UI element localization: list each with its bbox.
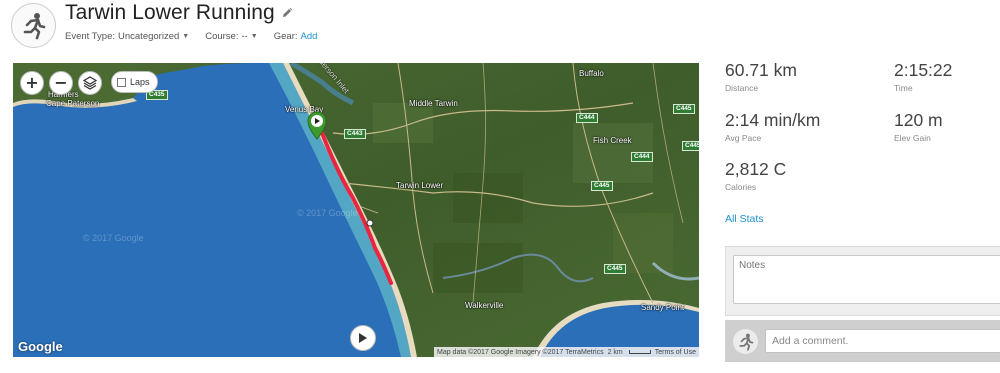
avatar: [733, 329, 758, 354]
course-selector[interactable]: Course: -- ▼: [205, 31, 258, 42]
map-label-walkerville: Walkerville: [465, 301, 504, 310]
stat-value: 2,812 C: [725, 159, 787, 179]
stat-distance: 60.71 km Distance: [725, 60, 797, 93]
road-badge: C445: [673, 104, 695, 114]
stat-label: Time: [894, 83, 913, 93]
gear-label: Gear:: [273, 31, 298, 42]
event-type-selector[interactable]: Event Type: Uncategorized ▼: [65, 31, 189, 42]
map-label-fish-creek: Fish Creek: [593, 136, 632, 145]
plus-icon: +: [25, 73, 39, 92]
road-badge: C445: [682, 141, 699, 151]
scale-bar: [628, 350, 651, 354]
activity-map[interactable]: Harmers Cape Paterson Venus Bay Middle T…: [13, 63, 699, 357]
map-watermark: © 2017 Google: [83, 233, 144, 243]
zoom-out-button[interactable]: −: [49, 71, 73, 95]
all-stats-link[interactable]: All Stats: [725, 213, 764, 225]
activity-title: Tarwin Lower Running: [65, 1, 275, 24]
comment-input[interactable]: [765, 329, 1000, 353]
map-label-cape-paterson: Cape Paterson: [46, 99, 100, 108]
stat-label: Distance: [725, 83, 759, 93]
laps-toggle[interactable]: Laps: [111, 71, 158, 93]
gear-row: Gear: Add: [274, 31, 318, 42]
event-type-value: Uncategorized: [118, 31, 180, 42]
map-label-buffalo: Buffalo: [579, 69, 604, 78]
stat-time: 2:15:22 Time: [894, 60, 952, 93]
notes-field[interactable]: [733, 255, 1000, 304]
road-badge: C444: [631, 152, 653, 162]
start-pin-icon[interactable]: [305, 110, 329, 140]
event-type-label: Event Type:: [65, 31, 115, 42]
laps-checkbox[interactable]: [117, 77, 126, 87]
map-attribution: Map data ©2017 Google Imagery ©2017 Terr…: [433, 347, 699, 357]
running-icon: [738, 333, 753, 351]
stat-label: Calories: [725, 182, 757, 192]
stat-elev-gain: 120 m Elev Gain: [894, 110, 943, 143]
map-label-sandy-point: Sandy Point: [641, 303, 685, 312]
zoom-in-button[interactable]: +: [20, 71, 44, 95]
stat-label: Elev Gain: [894, 133, 931, 143]
running-icon: [23, 12, 45, 39]
activity-meta: Event Type: Uncategorized ▼ Course: -- ▼…: [65, 31, 317, 42]
course-value: --: [241, 31, 248, 42]
course-label: Course:: [205, 31, 239, 42]
road-badge: C444: [576, 113, 598, 123]
terms-link[interactable]: Terms of Use: [655, 349, 696, 356]
chevron-down-icon: ▼: [182, 33, 190, 40]
stat-value: 120 m: [894, 110, 943, 130]
title-row: Tarwin Lower Running: [65, 1, 293, 25]
map-label-middle-tarwin: Middle Tarwin: [409, 99, 458, 108]
notes-panel: [725, 246, 1000, 316]
stat-label: Avg Pace: [725, 133, 762, 143]
layers-icon: [83, 76, 97, 90]
road-badge: C445: [604, 264, 626, 274]
chevron-down-icon: ▼: [250, 33, 258, 40]
scale-label: 2 km: [607, 348, 623, 356]
comment-bar: [725, 320, 1000, 362]
laps-label: Laps: [130, 77, 150, 87]
stat-calories: 2,812 C Calories: [725, 159, 786, 192]
pencil-icon[interactable]: [281, 7, 293, 19]
stat-value: 2:15:22: [894, 60, 953, 80]
play-route-button[interactable]: [350, 325, 376, 351]
map-label-tarwin-lower: Tarwin Lower: [396, 181, 444, 190]
play-icon: [359, 333, 367, 343]
road-badge: C445: [591, 181, 613, 191]
google-logo: Google: [18, 339, 63, 354]
map-watermark: © 2017 Google: [297, 208, 358, 218]
add-gear-link[interactable]: Add: [301, 31, 318, 42]
stat-value: 60.71 km: [725, 60, 797, 80]
road-badge: C443: [344, 129, 366, 139]
activity-type-icon: [11, 3, 56, 48]
stat-avg-pace: 2:14 min/km Avg Pace: [725, 110, 820, 143]
map-layers-button[interactable]: [78, 71, 102, 95]
stat-value: 2:14 min/km: [725, 110, 821, 130]
minus-icon: −: [54, 73, 68, 92]
map-data-attribution[interactable]: Map data ©2017 Google Imagery ©2017 Terr…: [437, 349, 604, 356]
